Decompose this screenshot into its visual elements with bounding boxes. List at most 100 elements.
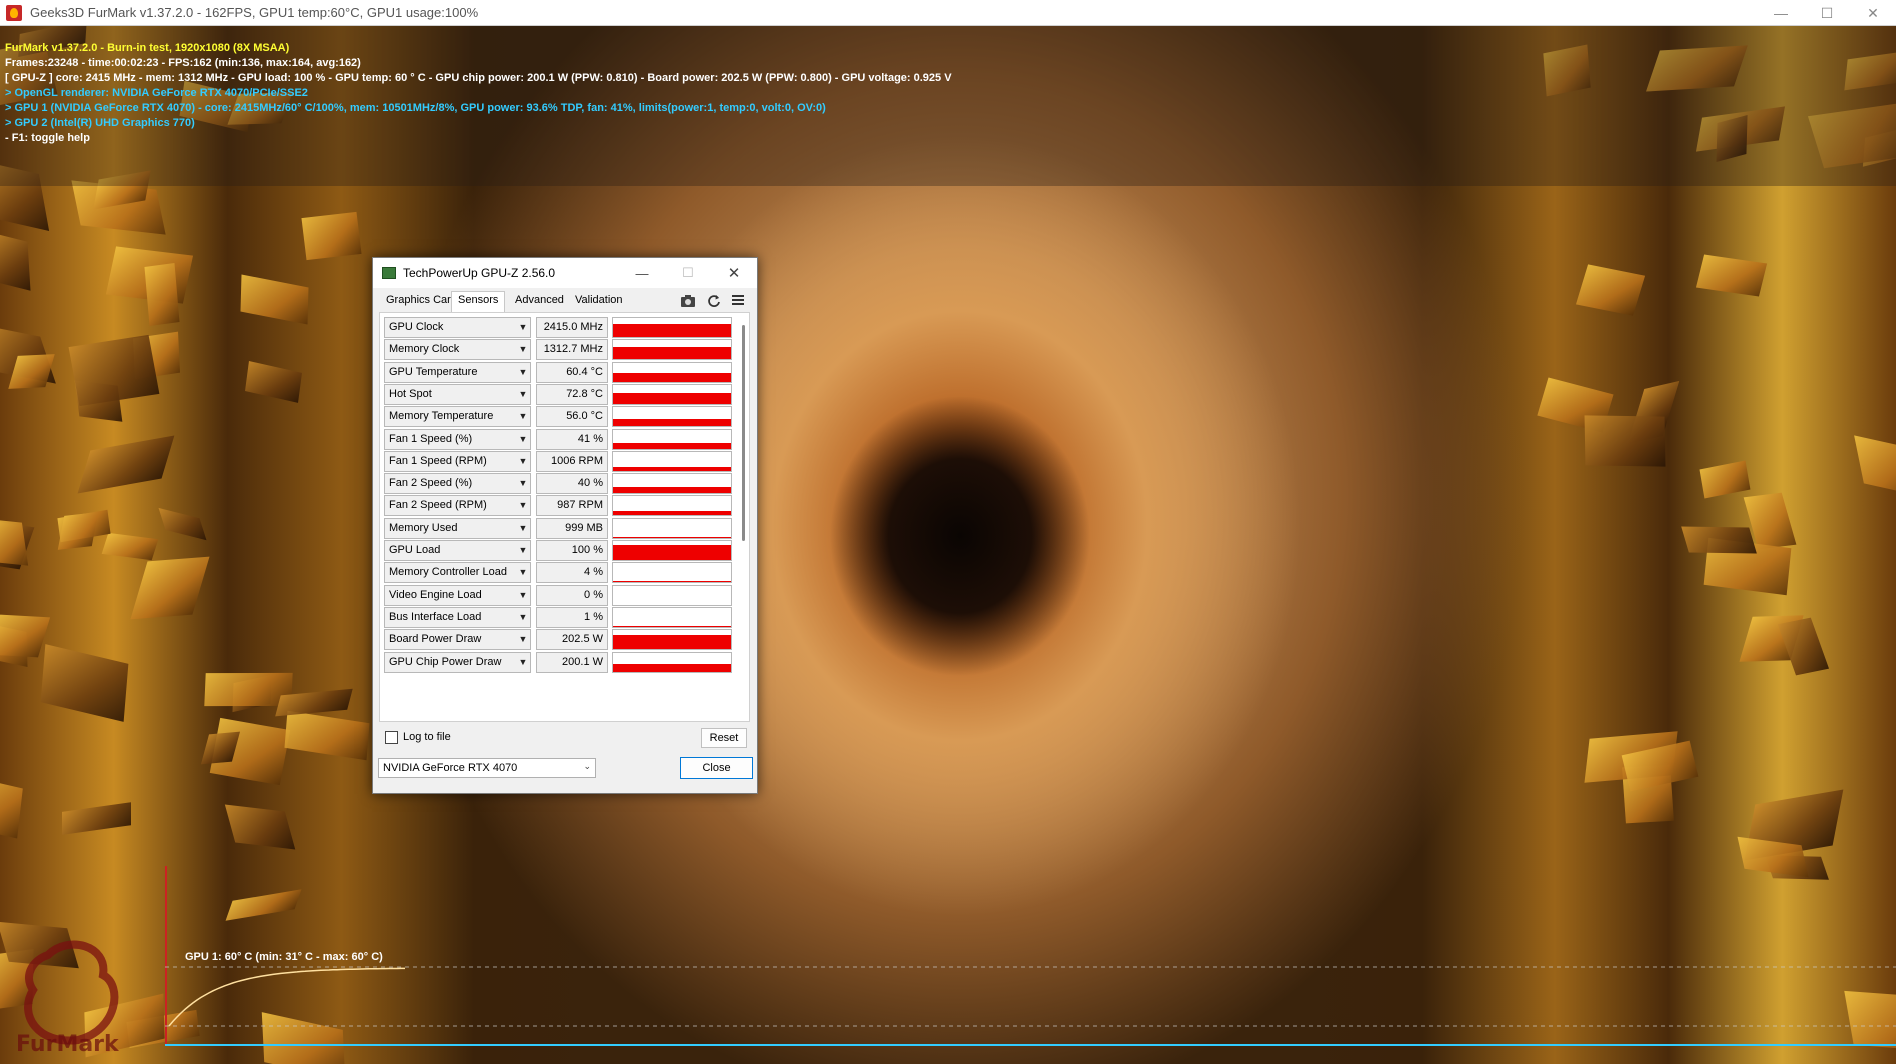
sensor-name: Memory Used (389, 521, 458, 534)
device-select[interactable]: NVIDIA GeForce RTX 4070 ⌄ (378, 758, 596, 778)
triangle-down-icon[interactable]: ▼ (516, 364, 530, 381)
sensor-name-dropdown[interactable]: Memory Temperature ▼ (384, 406, 531, 428)
triangle-down-icon[interactable]: ▼ (516, 542, 530, 559)
gpuz-maximize-icon: ☐ (682, 265, 694, 280)
sensor-graph[interactable] (612, 406, 732, 428)
sensor-name-dropdown[interactable]: Fan 1 Speed (RPM) ▼ (384, 450, 531, 472)
scene-tile (301, 211, 362, 261)
furmark-titlebar: Geeks3D FurMark v1.37.2.0 - 162FPS, GPU1… (0, 0, 1896, 26)
sensor-name: GPU Clock (389, 321, 444, 333)
sensor-row: GPU Clock ▼ 2415.0 MHz (384, 317, 734, 338)
triangle-down-icon[interactable]: ▼ (516, 319, 530, 336)
gpuz-minimize-icon[interactable]: — (619, 258, 665, 288)
close-icon[interactable]: ✕ (1850, 0, 1896, 26)
sensor-graph-fill (613, 347, 731, 360)
triangle-down-icon[interactable]: ▼ (516, 587, 530, 604)
sensor-scrollbar[interactable] (741, 317, 747, 717)
sensor-graph[interactable] (612, 606, 732, 628)
scene-tile (158, 508, 206, 541)
sensor-name-dropdown[interactable]: Memory Used ▼ (384, 517, 531, 539)
sensor-name-dropdown[interactable]: Memory Controller Load ▼ (384, 562, 531, 584)
gpu-temperature-graph (165, 866, 1896, 1046)
tab-validation[interactable]: Validation (573, 294, 625, 306)
triangle-down-icon[interactable]: ▼ (516, 631, 530, 648)
sensor-graph[interactable] (612, 339, 732, 361)
triangle-down-icon[interactable]: ▼ (516, 386, 530, 403)
triangle-down-icon[interactable]: ▼ (516, 431, 530, 448)
tab-advanced[interactable]: Advanced (513, 294, 566, 306)
sensor-name-dropdown[interactable]: Memory Clock ▼ (384, 339, 531, 361)
triangle-down-icon[interactable]: ▼ (516, 341, 530, 358)
furmark-window-title: Geeks3D FurMark v1.37.2.0 - 162FPS, GPU1… (30, 5, 479, 20)
sensor-name-dropdown[interactable]: Fan 2 Speed (%) ▼ (384, 473, 531, 495)
scene-tile (1575, 264, 1645, 316)
sensor-value: 100 % (536, 540, 608, 561)
sensor-value: 202.5 W (536, 629, 608, 651)
sensor-graph[interactable] (612, 584, 732, 606)
sensor-graph[interactable] (612, 495, 732, 517)
sensor-graph[interactable] (612, 383, 732, 405)
triangle-down-icon[interactable]: ▼ (516, 497, 530, 514)
sensor-name-dropdown[interactable]: Fan 1 Speed (%) ▼ (384, 428, 531, 450)
sensor-graph[interactable] (612, 317, 732, 338)
chevron-down-icon: ⌄ (583, 761, 591, 771)
gpuz-close-icon[interactable]: ✕ (711, 258, 757, 288)
scene-tile (40, 644, 129, 722)
sensor-graph[interactable] (612, 450, 732, 472)
sensor-name: Board Power Draw (389, 633, 482, 646)
sensor-graph[interactable] (612, 562, 732, 584)
furmark-app-icon (6, 4, 22, 21)
sensor-graph-fill (613, 635, 731, 650)
maximize-icon[interactable]: ☐ (1804, 0, 1850, 26)
sensor-graph-fill (613, 487, 731, 494)
sensor-name-dropdown[interactable]: Video Engine Load ▼ (384, 584, 531, 606)
sensor-graph[interactable] (612, 428, 732, 450)
scene-tile (244, 361, 303, 404)
sensor-graph[interactable] (612, 629, 732, 651)
sensor-graph[interactable] (612, 651, 732, 673)
sensor-row: Hot Spot ▼ 72.8 °C (384, 383, 734, 405)
sensor-name-dropdown[interactable]: GPU Clock ▼ (384, 317, 531, 338)
triangle-down-icon[interactable]: ▼ (516, 408, 530, 425)
sensor-name: GPU Temperature (389, 365, 478, 378)
triangle-down-icon[interactable]: ▼ (516, 609, 530, 626)
log-to-file-checkbox[interactable] (385, 731, 398, 744)
sensor-value: 60.4 °C (536, 361, 608, 383)
gpuz-titlebar[interactable]: TechPowerUp GPU-Z 2.56.0 — ☐ ✕ (373, 258, 757, 288)
sensor-graph[interactable] (612, 473, 732, 495)
sensor-graph[interactable] (612, 361, 732, 383)
sensor-name: Fan 2 Speed (RPM) (389, 499, 487, 512)
scene-tile (1699, 460, 1751, 500)
triangle-down-icon[interactable]: ▼ (516, 453, 530, 470)
triangle-down-icon[interactable]: ▼ (516, 475, 530, 492)
triangle-down-icon[interactable]: ▼ (516, 520, 530, 537)
minimize-icon[interactable]: — (1758, 0, 1804, 26)
sensor-name-dropdown[interactable]: GPU Chip Power Draw ▼ (384, 651, 531, 673)
scene-tile (68, 334, 159, 407)
sensor-graph[interactable] (612, 540, 732, 561)
gpu-temperature-label: GPU 1: 60° C (min: 31° C - max: 60° C) (185, 951, 383, 963)
sensor-name-dropdown[interactable]: Board Power Draw ▼ (384, 629, 531, 651)
reset-button[interactable]: Reset (701, 728, 747, 748)
sensor-graph[interactable] (612, 517, 732, 539)
sensor-value: 200.1 W (536, 651, 608, 673)
sensor-name-dropdown[interactable]: GPU Temperature ▼ (384, 361, 531, 383)
sensor-name-dropdown[interactable]: Bus Interface Load ▼ (384, 606, 531, 628)
sensor-name: GPU Chip Power Draw (389, 655, 502, 668)
tab-graphics-card[interactable]: Graphics Card (384, 294, 459, 306)
sensor-name-dropdown[interactable]: Hot Spot ▼ (384, 383, 531, 405)
tab-sensors[interactable]: Sensors (451, 291, 506, 312)
camera-icon[interactable] (680, 294, 696, 308)
triangle-down-icon[interactable]: ▼ (516, 564, 530, 581)
triangle-down-icon[interactable]: ▼ (516, 654, 530, 671)
sensor-row: GPU Chip Power Draw ▼ 200.1 W (384, 651, 734, 673)
close-button[interactable]: Close (680, 757, 753, 779)
sensor-name-dropdown[interactable]: Fan 2 Speed (RPM) ▼ (384, 495, 531, 517)
sensor-value: 41 % (536, 428, 608, 450)
menu-icon[interactable] (730, 294, 746, 308)
refresh-icon[interactable] (706, 294, 722, 308)
sensor-scrollbar-thumb[interactable] (742, 325, 745, 541)
sensor-value: 1 % (536, 606, 608, 628)
sensor-name-dropdown[interactable]: GPU Load ▼ (384, 540, 531, 561)
furmark-logo: FurMark (8, 935, 148, 1057)
